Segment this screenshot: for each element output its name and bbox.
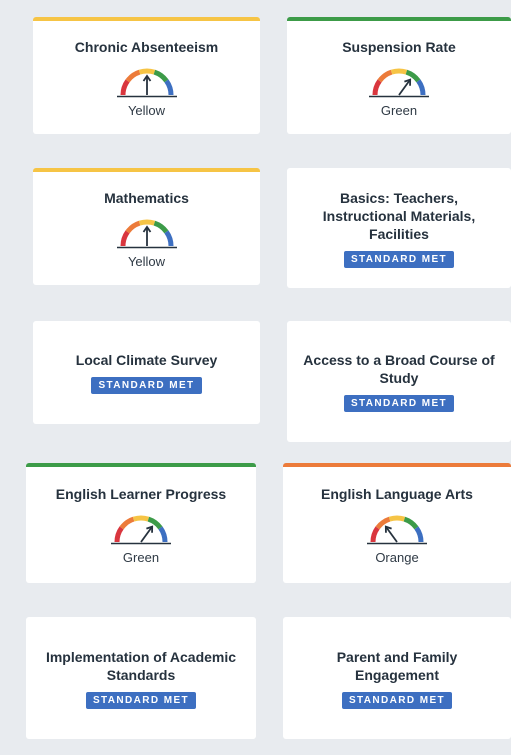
performance-gauge-icon [367,515,427,545]
gauge-band-orange [125,69,141,83]
gauge-band-red [119,78,130,95]
card-status: Green [122,550,160,565]
gauge-band-orange [119,516,135,530]
gauge-band-green [403,516,419,530]
gauge-band-red [372,78,382,95]
card-title: Mathematics [104,189,189,206]
gauge-band-orange [377,69,393,83]
standard-met-badge: STANDARD MET [341,691,453,709]
performance-gauge-icon [116,219,177,248]
standard-met-badge: STANDARD MET [91,377,202,394]
card-title: Basics: Teachers, Instructional Material… [322,189,476,242]
gauge-band-yellow [138,219,155,226]
gauge-band-blue [163,78,174,95]
card-status: Yellow [127,102,166,118]
card-title: Parent and Family Engagement [336,648,458,683]
card-title: Chronic Absenteeism [74,38,219,55]
card-title: English Learner Progress [55,486,227,502]
card-mathematics[interactable]: Mathematics Yellow [33,168,260,285]
gauge-band-yellow [388,515,406,522]
card-implementation-academic-standards[interactable]: Implementation of Academic Standards STA… [26,617,256,739]
card-title: Suspension Rate [342,38,456,55]
standard-met-badge: STANDARD MET [343,250,455,268]
gauge-band-blue [414,526,424,543]
gauge-band-yellow [390,68,408,75]
performance-gauge-icon [369,68,429,97]
card-title: Implementation of Academic Standards [45,648,237,683]
card-parent-family-engagement[interactable]: Parent and Family Engagement STANDARD ME… [283,617,511,739]
standard-met-badge: STANDARD MET [85,691,197,709]
card-title: Access to a Broad Course of Study [303,352,495,386]
card-status: Orange [375,550,419,565]
card-title: Local Climate Survey [75,352,218,368]
gauge-band-orange [125,220,141,234]
card-basics[interactable]: Basics: Teachers, Instructional Material… [287,168,511,288]
card-title: English Language Arts [321,486,473,502]
gauge-band-red [119,229,130,246]
card-status: Green [380,102,418,118]
performance-gauge-icon [111,515,171,545]
card-chronic-absenteeism[interactable]: Chronic Absenteeism Yellow [33,17,260,134]
gauge-band-green [152,69,168,83]
gauge-band-yellow [132,515,150,522]
gauge-band-blue [416,78,426,95]
card-status: Yellow [127,253,166,269]
card-english-learner-progress[interactable]: English Learner Progress Green [26,463,256,583]
card-suspension-rate[interactable]: Suspension Rate Green [287,17,511,134]
gauge-band-green [152,220,168,234]
gauge-band-blue [158,526,168,543]
gauge-band-red [370,526,380,543]
card-local-climate-survey[interactable]: Local Climate Survey STANDARD MET [33,321,260,424]
card-english-language-arts[interactable]: English Language Arts Orange [283,463,511,583]
gauge-band-yellow [138,68,155,75]
standard-met-badge: STANDARD MET [343,395,455,412]
gauge-band-red [114,526,124,543]
performance-gauge-icon [116,68,177,97]
gauge-band-blue [163,229,174,246]
card-broad-course-of-study[interactable]: Access to a Broad Course of Study STANDA… [287,321,511,442]
